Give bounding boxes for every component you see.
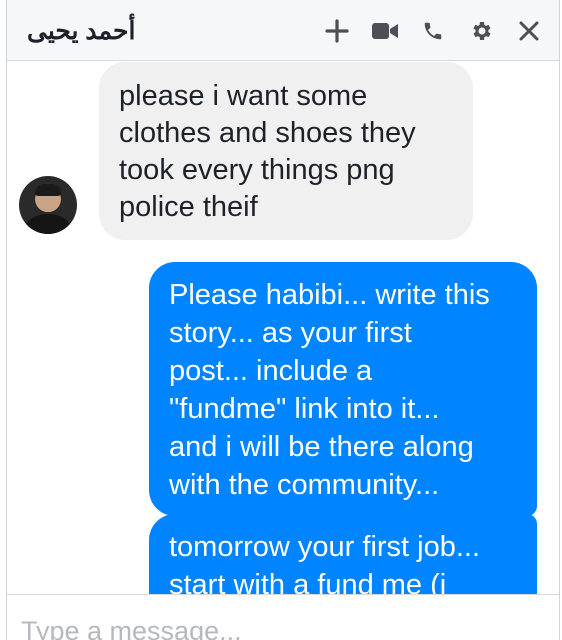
message-line: start with a fund me (i — [169, 569, 447, 594]
message-line: please i want some — [119, 80, 368, 112]
message-bubble-incoming: please i want some clothes and shoes the… — [99, 62, 473, 240]
message-line: Please habibi... write this — [169, 279, 490, 311]
message-composer — [7, 594, 559, 640]
message-line: with the community... — [169, 469, 440, 501]
message-line: tomorrow your first job... — [169, 531, 481, 563]
contact-name[interactable]: أحمد يحيى — [27, 16, 135, 46]
close-icon[interactable] — [511, 13, 547, 49]
add-icon[interactable] — [319, 13, 355, 49]
message-line: and i will be there along — [169, 431, 474, 463]
avatar[interactable] — [19, 176, 77, 234]
header-actions — [307, 13, 547, 49]
message-line: police theif — [119, 191, 258, 223]
gear-icon[interactable] — [463, 13, 499, 49]
message-line: post... include a — [169, 355, 373, 387]
message-line: story... as your first — [169, 317, 412, 349]
message-line: took every things png — [119, 154, 395, 186]
message-line: clothes and shoes they — [119, 117, 416, 149]
message-input[interactable] — [21, 611, 521, 640]
chat-window: أحمد يحيى please i want some clothes and… — [6, 0, 560, 640]
message-thread[interactable]: please i want some clothes and shoes the… — [7, 60, 559, 594]
message-bubble-outgoing: Please habibi... write this story... as … — [149, 262, 537, 516]
chat-header: أحمد يحيى — [7, 0, 559, 61]
message-line: "fundme" link into it... — [169, 393, 440, 425]
video-call-icon[interactable] — [367, 13, 403, 49]
message-bubble-outgoing: tomorrow your first job... start with a … — [149, 514, 537, 594]
phone-icon[interactable] — [415, 13, 451, 49]
